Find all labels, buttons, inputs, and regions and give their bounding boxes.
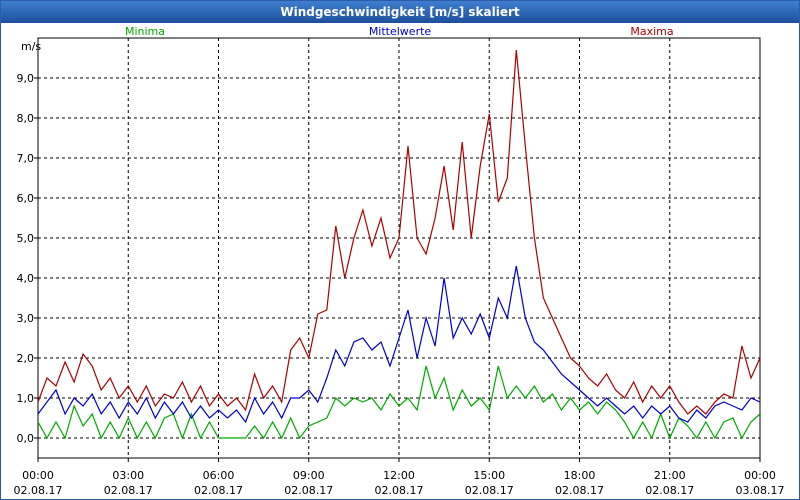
y-tick-label: 0,0 — [17, 432, 35, 445]
legend-entry-maxima: Maxima — [630, 25, 673, 38]
legend: Minima Mittelwerte Maxima — [125, 25, 674, 38]
y-tick-label: 4,0 — [17, 272, 35, 285]
x-tick-date: 02.08.17 — [645, 484, 694, 497]
x-tick-time: 00:00 — [22, 469, 54, 482]
y-tick-label: 7,0 — [17, 152, 35, 165]
y-tick-label: 5,0 — [17, 232, 35, 245]
x-tick-date: 02.08.17 — [104, 484, 153, 497]
y-tick-label: 9,0 — [17, 72, 35, 85]
x-tick-time: 15:00 — [473, 469, 505, 482]
x-tick-date: 02.08.17 — [14, 484, 63, 497]
x-tick-date: 02.08.17 — [465, 484, 514, 497]
y-tick-label: 2,0 — [17, 352, 35, 365]
y-tick-label: 6,0 — [17, 192, 35, 205]
y-axis-label: m/s — [21, 40, 41, 53]
x-tick-time: 09:00 — [293, 469, 325, 482]
y-tick-label: 1,0 — [17, 392, 35, 405]
x-tick-date: 02.08.17 — [375, 484, 424, 497]
x-tick-time: 03:00 — [112, 469, 144, 482]
x-tick-time: 00:00 — [744, 469, 776, 482]
y-tick-label: 3,0 — [17, 312, 35, 325]
y-tick-label: 8,0 — [17, 112, 35, 125]
y-axis: 0,0 1,0 2,0 3,0 4,0 5,0 6,0 7,0 8,0 9,0 — [17, 72, 38, 445]
legend-entry-minima: Minima — [125, 25, 165, 38]
x-tick-date: 03.08.17 — [736, 484, 785, 497]
legend-entry-mittelwerte: Mittelwerte — [369, 25, 432, 38]
x-tick-date: 02.08.17 — [194, 484, 243, 497]
x-axis: 00:00 02.08.17 03:00 02.08.17 06:00 02.08.17 0… — [14, 458, 785, 497]
x-tick-time: 12:00 — [383, 469, 415, 482]
x-tick-time: 18:00 — [564, 469, 596, 482]
x-tick-time: 21:00 — [654, 469, 686, 482]
x-tick-date: 02.08.17 — [284, 484, 333, 497]
chart-svg: m/s 0,0 1,0 2,0 3,0 4,0 5,0 6,0 7,0 8,0 9,0 00:00… — [14, 25, 785, 497]
x-tick-time: 06:00 — [203, 469, 235, 482]
x-tick-date: 02.08.17 — [555, 484, 604, 497]
